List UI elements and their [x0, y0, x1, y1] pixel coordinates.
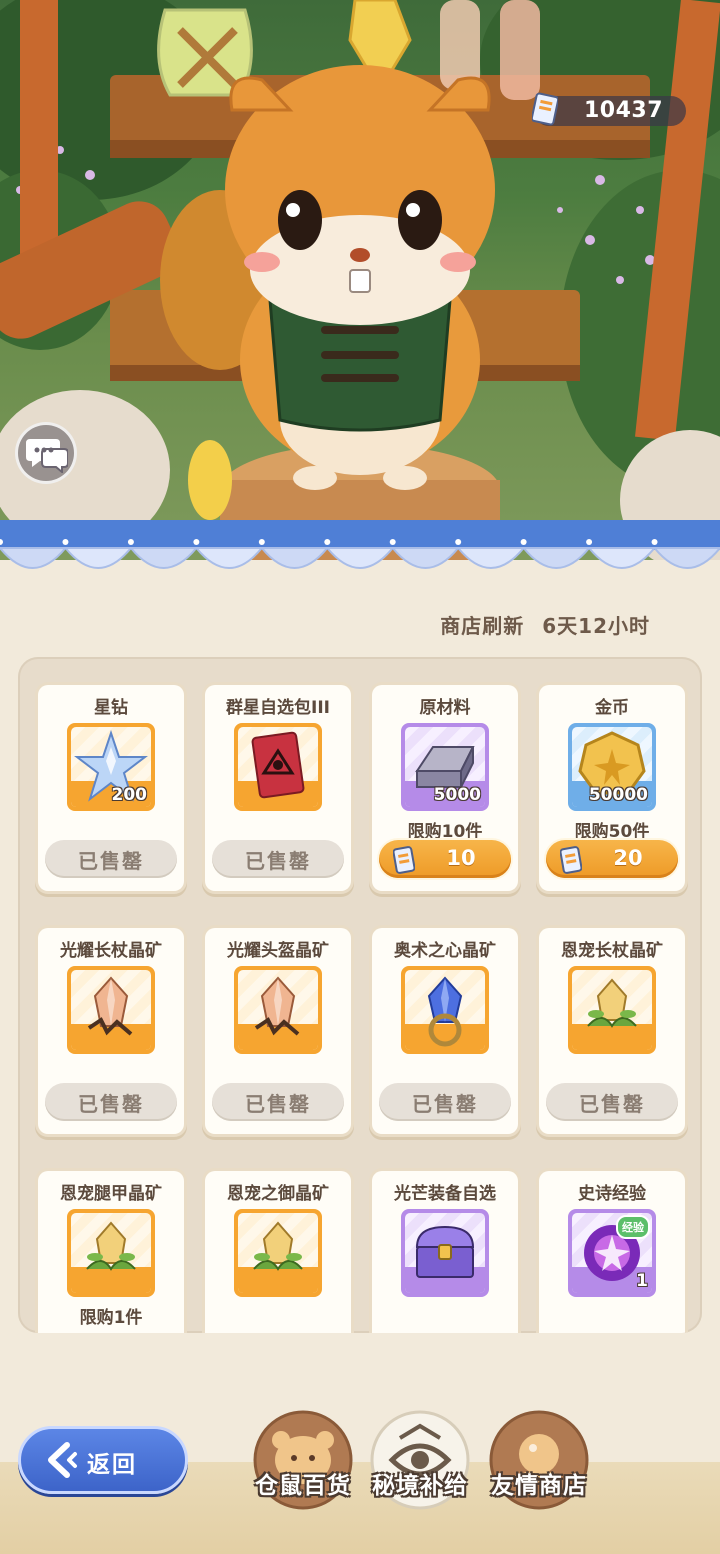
buy-button[interactable]: 10 [379, 840, 511, 878]
item-price: 10 [446, 846, 476, 870]
shop-item-card[interactable]: 恩宠腿甲晶矿 限购1件 [38, 1171, 184, 1333]
shop-item-card[interactable]: 群星自选包III 已售罄 [205, 685, 351, 891]
hamster-shopkeeper-illustration [0, 0, 720, 560]
sold-out-button: 已售罄 [45, 840, 177, 878]
shop-item-card[interactable]: 光耀长杖晶矿 已售罄 [38, 928, 184, 1134]
orange-crystal-helmet-icon [254, 976, 300, 1036]
item-icon-frame: 50000 [568, 723, 656, 811]
item-name: 星钻 [94, 698, 128, 718]
item-price: 20 [613, 846, 643, 870]
item-icon-frame [401, 1209, 489, 1297]
shop-item-card[interactable]: 恩宠长杖晶矿 已售罄 [539, 928, 685, 1134]
tab-label-hamster-store: 仓鼠百货 [255, 1473, 351, 1499]
green-crystal-leg-icon [86, 1221, 136, 1271]
shop-item-card[interactable]: 星钻 200 已售罄 [38, 685, 184, 891]
item-name: 金币 [595, 698, 629, 718]
item-name: 群星自选包III [226, 698, 330, 718]
ticket-currency-display: 10437 [532, 92, 686, 126]
back-label: 返回 [87, 1452, 137, 1478]
exp-badge: 经验 [616, 1215, 650, 1239]
shop-refresh-timer: 商店刷新 6天12小时 [440, 610, 650, 639]
shop-item-grid[interactable]: 星钻 200 已售罄 群星自选包III 已售罄 原材料 5000 限购10件 10 金币 5000… [18, 657, 702, 1333]
shop-item-card[interactable]: 史诗经验 1 经验 [539, 1171, 685, 1333]
shop-item-card[interactable]: 光耀头盔晶矿 已售罄 [205, 928, 351, 1134]
card-pack-icon [251, 731, 305, 799]
item-name: 奥术之心晶矿 [394, 941, 496, 961]
item-icon-frame [568, 966, 656, 1054]
shop-item-card[interactable]: 金币 50000 限购50件 20 [539, 685, 685, 891]
purchase-limit: 限购50件 [574, 822, 650, 842]
tab-label-secret-realm-supply: 秘境补给 [372, 1473, 468, 1499]
refresh-label: 商店刷新 [440, 614, 525, 638]
treasure-chest-icon [415, 1225, 475, 1278]
refresh-time: 6天12小时 [542, 614, 650, 638]
ticket-icon [532, 92, 558, 126]
sold-out-button: 已售罄 [45, 1083, 177, 1121]
item-icon-frame [234, 966, 322, 1054]
item-name: 光芒装备自选 [394, 1184, 496, 1204]
sold-out-button: 已售罄 [212, 840, 344, 878]
shop-item-card[interactable]: 奥术之心晶矿 已售罄 [372, 928, 518, 1134]
back-button[interactable]: 返回 [18, 1426, 188, 1494]
shop-item-card[interactable]: 光芒装备自选 [372, 1171, 518, 1333]
item-name: 光耀长杖晶矿 [60, 941, 162, 961]
purchase-limit: 限购1件 [79, 1308, 143, 1328]
item-icon-frame [67, 1209, 155, 1297]
item-icon-frame [234, 1209, 322, 1297]
item-icon-frame [234, 723, 322, 811]
item-icon-frame [401, 966, 489, 1054]
sold-out-button: 已售罄 [546, 1083, 678, 1121]
blue-crystal-icon [427, 976, 463, 1047]
tab-label-friendship-shop: 友情商店 [491, 1473, 587, 1499]
back-arrow-icon [48, 1442, 77, 1478]
item-name: 恩宠之御晶矿 [227, 1184, 329, 1204]
item-icon-frame: 200 [67, 723, 155, 811]
shopkeeper-scene: 10437 [0, 0, 720, 560]
orange-crystal-staff-icon [87, 976, 133, 1036]
green-crystal-staff-icon [587, 978, 637, 1028]
item-name: 原材料 [419, 698, 471, 718]
item-name: 光耀头盔晶矿 [227, 941, 329, 961]
item-quantity: 1 [636, 1271, 648, 1291]
sold-out-button: 已售罄 [379, 1083, 511, 1121]
chat-button[interactable] [15, 422, 77, 484]
item-name: 恩宠长杖晶矿 [561, 941, 663, 961]
item-quantity: 5000 [433, 785, 481, 805]
shop-item-card[interactable]: 原材料 5000 限购10件 10 [372, 685, 518, 891]
purchase-limit: 限购10件 [407, 822, 483, 842]
sold-out-button: 已售罄 [212, 1083, 344, 1121]
item-icon-frame: 1 经验 [568, 1209, 656, 1297]
shop-awning [0, 520, 720, 569]
buy-button[interactable]: 20 [546, 840, 678, 878]
item-name: 史诗经验 [578, 1184, 646, 1204]
ticket-icon [560, 846, 582, 874]
item-quantity: 50000 [588, 785, 648, 805]
shop-item-card[interactable]: 恩宠之御晶矿 [205, 1171, 351, 1333]
ticket-amount: 10437 [584, 98, 664, 123]
item-icon-frame [67, 966, 155, 1054]
item-icon-frame: 5000 [401, 723, 489, 811]
item-name: 恩宠腿甲晶矿 [60, 1184, 162, 1204]
chat-bubble-icon [26, 439, 68, 473]
green-crystal-shield-icon [253, 1221, 303, 1271]
ticket-icon [393, 846, 415, 874]
item-quantity: 200 [111, 785, 148, 805]
